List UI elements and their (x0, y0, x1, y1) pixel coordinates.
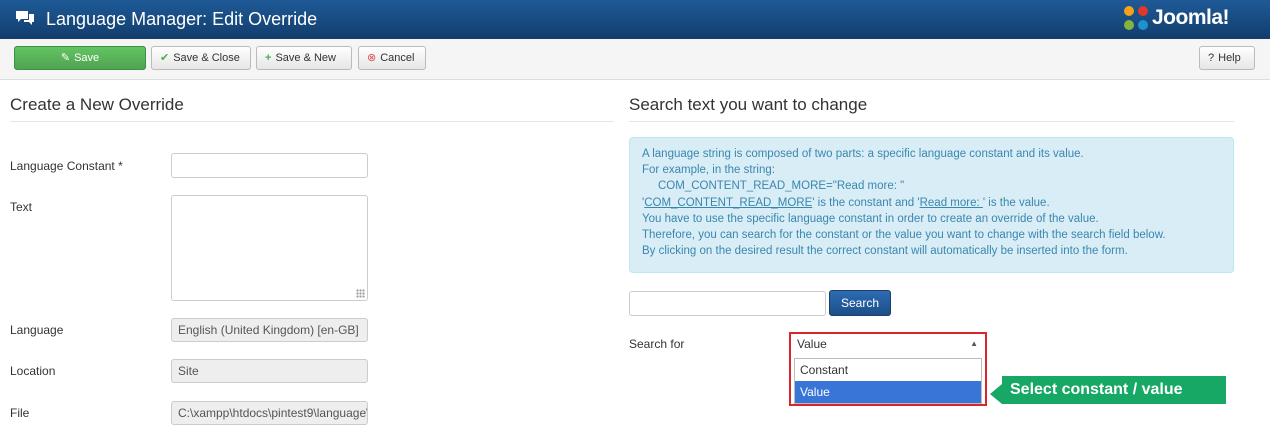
left-divider (10, 121, 614, 122)
location-label: Location (10, 364, 56, 378)
info-line-3: COM_CONTENT_READ_MORE="Read more: " (658, 180, 905, 193)
file-label: File (10, 406, 30, 420)
save-new-button[interactable]: + Save & New (256, 46, 352, 70)
search-for-selected: Value (797, 337, 827, 351)
info-line-2: For example, in the string: (642, 164, 775, 177)
cancel-icon: ⊗ (367, 52, 377, 64)
check-icon: ✔ (160, 52, 170, 64)
cancel-label: Cancel (380, 52, 415, 64)
search-for-label: Search for (629, 337, 685, 351)
create-override-heading: Create a New Override (10, 95, 184, 114)
brand-name: Joomla! (1152, 6, 1230, 29)
page-header: Language Manager: Edit Override Joomla! (0, 0, 1270, 39)
file-field: C:\xampp\htdocs\pintest9\language\overri… (171, 401, 368, 425)
search-button[interactable]: Search (829, 290, 891, 316)
help-button[interactable]: ? Help (1199, 46, 1255, 70)
option-constant[interactable]: Constant (795, 359, 981, 381)
search-input[interactable] (629, 291, 826, 316)
save-button[interactable]: ✎ Save (14, 46, 146, 70)
info-line-5: You have to use the specific language co… (642, 212, 1099, 225)
plus-icon: + (265, 52, 272, 64)
search-for-select[interactable]: Value ▲ (792, 334, 984, 354)
info-mid: ' is the constant and ' (812, 196, 920, 209)
page-title: Language Manager: Edit Override (46, 9, 318, 29)
caret-up-icon: ▲ (970, 339, 978, 348)
language-label: Language (10, 323, 64, 337)
info-post: ' is the value. (982, 196, 1050, 209)
callout-label: Select constant / value (1002, 376, 1226, 404)
option-value[interactable]: Value (795, 381, 981, 403)
search-for-options: Constant Value (794, 358, 982, 404)
language-constant-input[interactable] (171, 153, 368, 178)
info-box: A language string is composed of two par… (629, 137, 1234, 273)
info-line-4: 'COM_CONTENT_READ_MORE' is the constant … (642, 195, 1221, 211)
location-field: Site (171, 359, 368, 383)
info-line-6: Therefore, you can search for the consta… (642, 229, 1166, 242)
info-line-7: By clicking on the desired result the co… (642, 245, 1128, 258)
text-textarea[interactable] (171, 195, 368, 301)
save-new-label: Save & New (275, 52, 336, 64)
right-divider (629, 121, 1234, 122)
joomla-logo: Joomla! (1120, 4, 1260, 34)
info-value-example: Read more: (919, 196, 983, 209)
question-icon: ? (1208, 52, 1215, 64)
info-constant-example: COM_CONTENT_READ_MORE (644, 196, 813, 209)
save-close-button[interactable]: ✔ Save & Close (151, 46, 251, 70)
toolbar: ✎ Save ✔ Save & Close + Save & New ⊗ Cancel … (0, 39, 1270, 80)
text-label: Text (10, 200, 33, 214)
save-close-label: Save & Close (173, 52, 240, 64)
callout-arrow-icon (990, 384, 1002, 404)
save-label: Save (74, 52, 100, 64)
joomla-logo-icon (1124, 6, 1148, 30)
info-line-1: A language string is composed of two par… (642, 148, 1084, 160)
resize-handle-icon[interactable] (356, 289, 365, 298)
language-field: English (United Kingdom) [en-GB] (171, 318, 368, 342)
language-constant-label: Language Constant * (10, 159, 123, 173)
help-label: Help (1218, 52, 1241, 64)
search-heading: Search text you want to change (629, 95, 868, 114)
edit-icon: ✎ (60, 52, 71, 64)
cancel-button[interactable]: ⊗ Cancel (358, 46, 426, 70)
comments-icon (16, 11, 34, 25)
